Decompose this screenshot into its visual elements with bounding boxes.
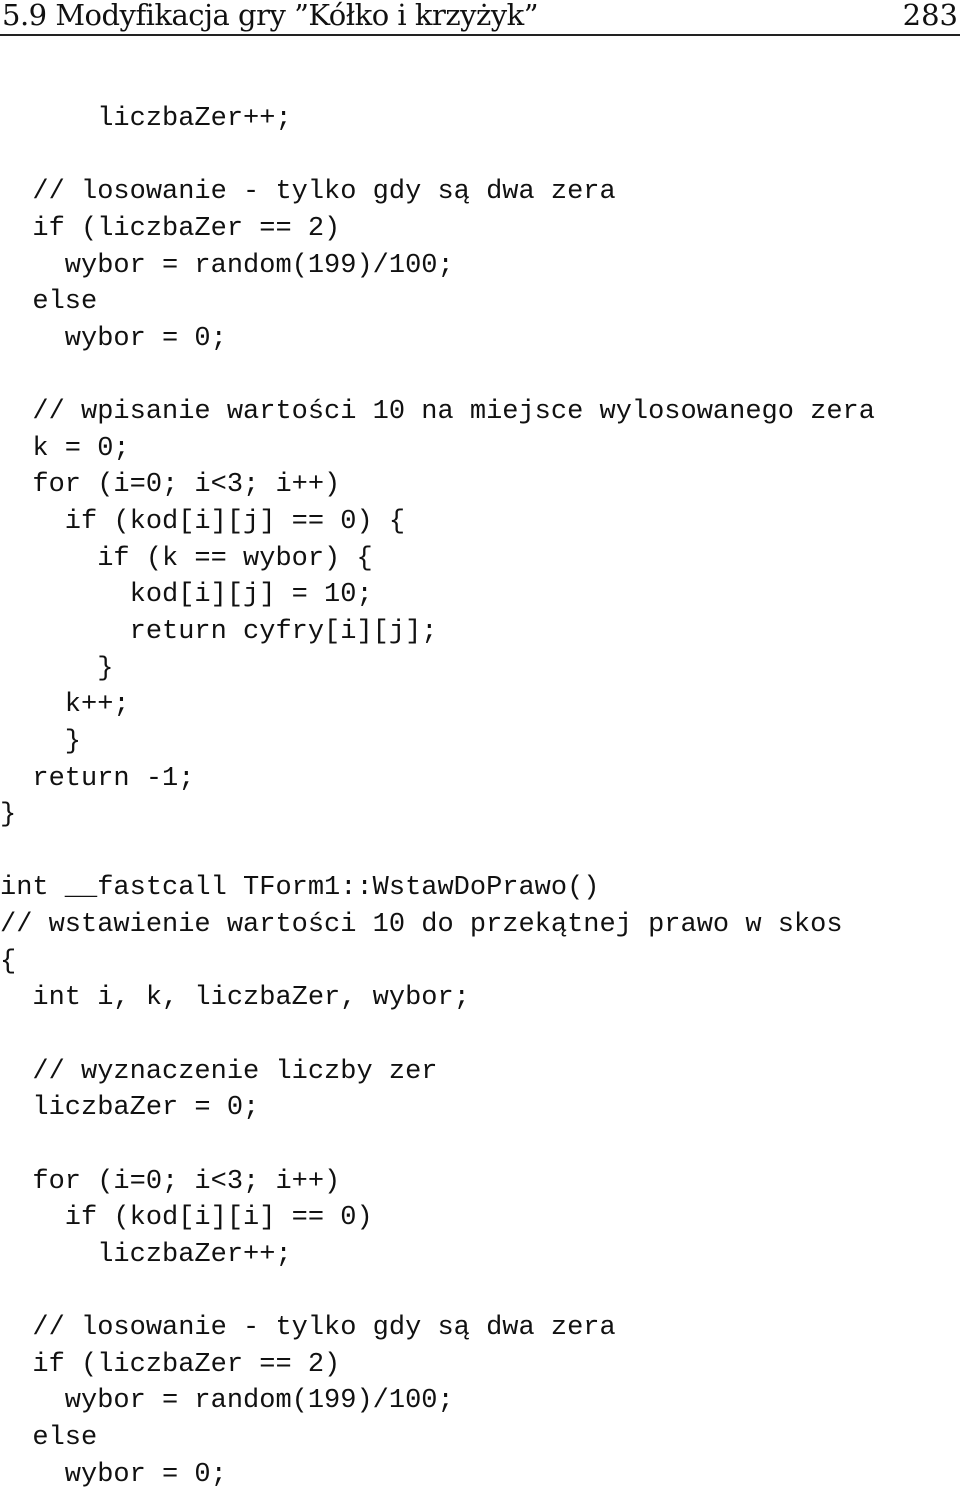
code-line: else (0, 287, 98, 318)
code-line: k++; (0, 690, 130, 721)
code-line: } (0, 653, 114, 684)
code-line: // wyznaczenie liczby zer (0, 1056, 438, 1087)
code-line: wybor = 0; (0, 323, 227, 354)
code-line: liczbaZer++; (0, 104, 292, 134)
code-line: // wstawienie wartości 10 do przekątnej … (0, 910, 843, 941)
code-line: else (0, 1423, 98, 1454)
code-line: if (liczbaZer == 2) (0, 213, 341, 244)
code-listing: liczbaZer++; // losowanie - tylko gdy są… (0, 101, 875, 1493)
code-line: liczbaZer = 0; (0, 1093, 260, 1124)
code-line: // losowanie - tylko gdy są dwa zera (0, 1313, 616, 1344)
code-line: return -1; (0, 763, 195, 794)
code-line: if (liczbaZer == 2) (0, 1349, 341, 1380)
code-line: return cyfry[i][j]; (0, 616, 438, 647)
header-rule (0, 34, 960, 36)
code-line: for (i=0; i<3; i++) (0, 1166, 341, 1197)
code-line: kod[i][j] = 10; (0, 580, 373, 611)
code-line: wybor = 0; (0, 1459, 227, 1490)
section-title: 5.9 Modyfikacja gry ”Kółko i krzyżyk” (2, 0, 539, 32)
code-line: // wpisanie wartości 10 na miejsce wylos… (0, 397, 875, 428)
code-line: // losowanie - tylko gdy są dwa zera (0, 177, 616, 208)
code-line: wybor = random(199)/100; (0, 250, 454, 281)
code-line: for (i=0; i<3; i++) (0, 470, 341, 501)
code-line: int i, k, liczbaZer, wybor; (0, 983, 470, 1014)
code-line: if (kod[i][j] == 0) { (0, 507, 406, 538)
page-header: 5.9 Modyfikacja gry ”Kółko i krzyżyk” 28… (0, 0, 960, 36)
code-line: { (0, 946, 17, 977)
code-line: wybor = random(199)/100; (0, 1386, 454, 1417)
code-line: } (0, 800, 17, 831)
code-line: } (0, 726, 82, 757)
page-number: 283 (902, 0, 958, 32)
code-line: if (k == wybor) { (0, 543, 373, 574)
code-line: liczbaZer++; (0, 1239, 292, 1270)
code-line: k = 0; (0, 433, 130, 464)
code-line: int __fastcall TForm1::WstawDoPrawo() (0, 873, 600, 904)
code-line: if (kod[i][i] == 0) (0, 1203, 373, 1234)
